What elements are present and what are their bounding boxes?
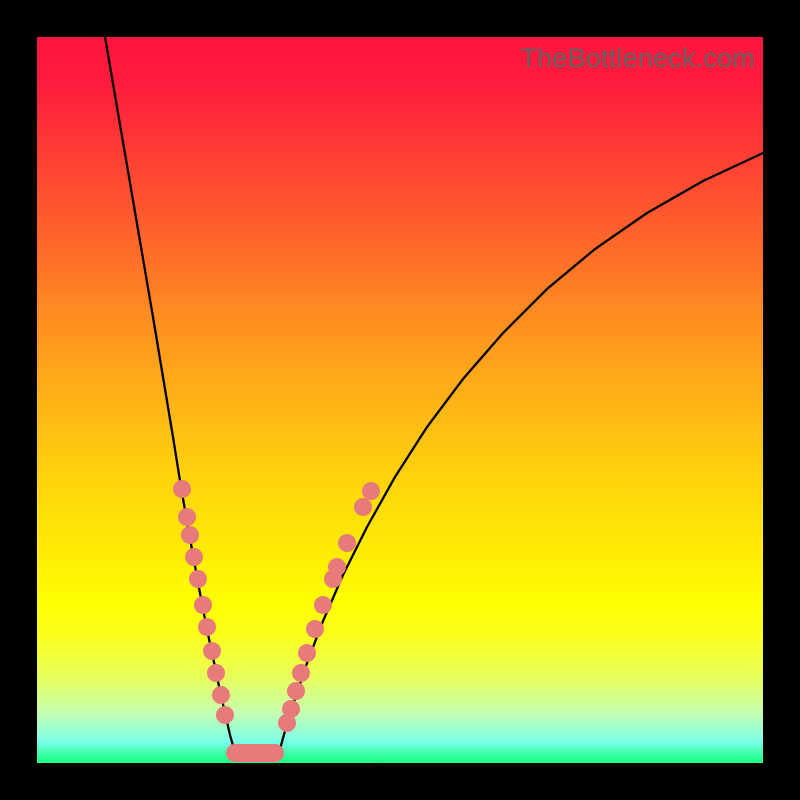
- data-dot: [203, 642, 221, 660]
- data-dot: [185, 548, 203, 566]
- data-dot: [287, 682, 305, 700]
- data-dot: [207, 664, 225, 682]
- data-dot: [216, 706, 234, 724]
- plot-area: TheBottleneck.com: [37, 37, 763, 763]
- data-dot: [282, 700, 300, 718]
- data-dot: [362, 482, 380, 500]
- data-dot: [298, 644, 316, 662]
- data-dot: [306, 620, 324, 638]
- data-dot: [292, 664, 310, 682]
- dots-left-group: [173, 480, 234, 724]
- data-dot: [328, 558, 346, 576]
- data-dot: [354, 498, 372, 516]
- data-dot: [314, 596, 332, 614]
- outer-frame: TheBottleneck.com: [0, 0, 800, 800]
- data-dot: [212, 686, 230, 704]
- curve-right: [277, 153, 763, 760]
- data-dot: [178, 508, 196, 526]
- data-dot: [194, 596, 212, 614]
- chart-svg: [37, 37, 763, 763]
- data-dot: [198, 618, 216, 636]
- data-dot: [189, 570, 207, 588]
- data-dot: [181, 526, 199, 544]
- data-dot: [338, 534, 356, 552]
- data-dot: [173, 480, 191, 498]
- dots-right-group: [278, 482, 380, 732]
